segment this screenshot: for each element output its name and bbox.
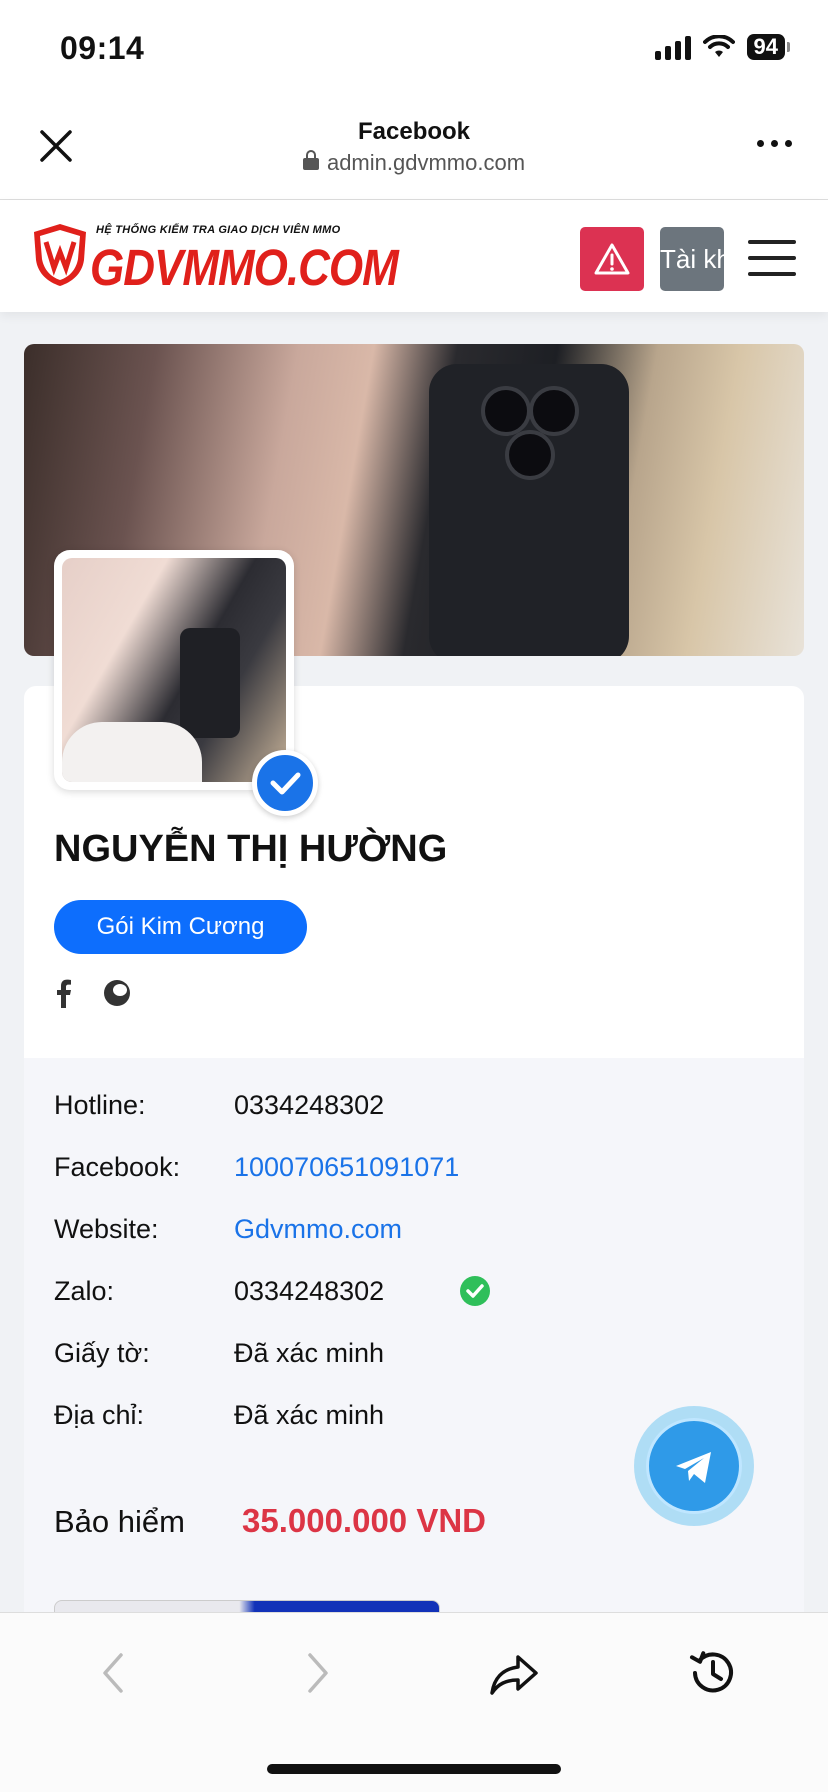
address-value: Đã xác minh	[234, 1400, 385, 1430]
share-icon[interactable]	[484, 1643, 544, 1703]
logo-tagline: HỆ THỐNG KIỂM TRA GIAO DỊCH VIÊN MMO	[96, 224, 341, 236]
browser-header: Facebook admin.gdvmmo.com	[0, 100, 828, 200]
back-icon[interactable]	[85, 1643, 145, 1703]
documents-value: Đã xác minh	[234, 1338, 385, 1368]
menu-icon[interactable]	[748, 240, 796, 276]
hotline-value[interactable]: 0334248302	[234, 1090, 384, 1121]
social-links	[54, 978, 132, 1008]
wifi-icon	[702, 35, 735, 57]
cover-phone-shape	[429, 364, 629, 656]
cellular-signal-icon	[654, 34, 691, 60]
package-badge[interactable]: Gói Kim Cương	[54, 900, 307, 954]
shield-logo-icon	[34, 224, 86, 286]
url-text: admin.gdvmmo.com	[326, 150, 526, 175]
info-row-zalo: Zalo: 0334248302	[54, 1276, 554, 1312]
insurance-label: Bảo hiểm	[54, 1504, 185, 1539]
telegram-button[interactable]	[634, 1406, 754, 1526]
facebook-link[interactable]: 100070651091071	[234, 1152, 459, 1183]
insurance-value: 35.000.000 VND	[242, 1502, 487, 1539]
profile-name: NGUYỄN THỊ HƯỜNG	[54, 828, 448, 870]
battery-icon: 94	[746, 34, 790, 60]
verified-check-icon	[252, 750, 318, 816]
lock-icon	[302, 150, 319, 170]
home-indicator	[267, 1764, 561, 1774]
website-globe-icon[interactable]	[102, 978, 132, 1008]
profile-avatar[interactable]	[54, 550, 294, 790]
status-icons: 94	[654, 34, 790, 60]
site-logo[interactable]: HỆ THỐNG KIỂM TRA GIAO DỊCH VIÊN MMO GDV…	[32, 220, 399, 296]
battery-level: 94	[746, 34, 785, 60]
status-time: 09:14	[60, 30, 145, 66]
status-bar: 09:14 94	[0, 0, 828, 100]
browser-url[interactable]: admin.gdvmmo.com	[0, 150, 828, 176]
logo-text: GDVMMO.COM	[90, 240, 399, 297]
avatar-image	[62, 558, 286, 782]
zalo-value[interactable]: 0334248302	[234, 1276, 384, 1307]
telegram-icon	[676, 1452, 711, 1483]
more-options-icon[interactable]	[757, 140, 792, 147]
zalo-verified-icon	[460, 1276, 490, 1306]
facebook-label: Facebook:	[54, 1152, 181, 1182]
account-button[interactable]: Tài khoản	[660, 227, 724, 291]
report-button[interactable]	[580, 227, 644, 291]
warning-icon	[594, 243, 630, 275]
website-label: Website:	[54, 1214, 159, 1244]
site-navbar: HỆ THỐNG KIỂM TRA GIAO DỊCH VIÊN MMO GDV…	[0, 200, 828, 312]
page: 09:14 94 Facebook admin.gdvmmo.com HỆ TH…	[0, 0, 828, 1792]
zalo-label: Zalo:	[54, 1276, 115, 1306]
hotline-label: Hotline:	[54, 1090, 146, 1120]
history-icon[interactable]	[683, 1643, 743, 1703]
website-link[interactable]: Gdvmmo.com	[234, 1214, 402, 1245]
facebook-icon[interactable]	[54, 978, 72, 1008]
forward-icon[interactable]	[286, 1643, 346, 1703]
address-label: Địa chỉ:	[54, 1400, 145, 1430]
documents-label: Giấy tờ:	[54, 1338, 150, 1368]
browser-title: Facebook	[357, 118, 471, 145]
